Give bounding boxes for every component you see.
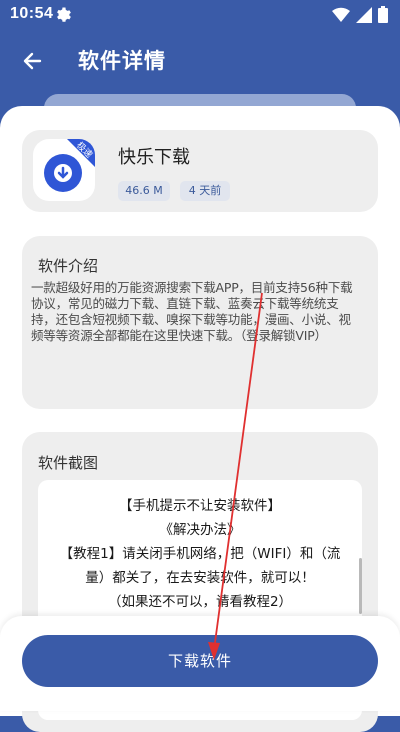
back-arrow-icon[interactable]: [18, 46, 48, 76]
app-size-chip: 46.6 M: [118, 181, 170, 201]
scroll-indicator: [359, 558, 362, 614]
status-time: 10:54: [10, 5, 54, 22]
screenshot-line: 【教程1】请关闭手机网络，把（WIFI）和（流: [59, 546, 341, 562]
screenshot-line: 《解决办法》: [159, 522, 241, 538]
wifi-icon: [332, 7, 350, 22]
intro-text: 一款超级好用的万能资源搜索下载APP，目前支持56种下载协议，常见的磁力下载、直…: [31, 280, 353, 343]
screenshots-title: 软件截图: [38, 454, 99, 472]
screenshot-line: 【手机提示不让安装软件】: [119, 498, 281, 514]
status-bar: 10:54: [0, 0, 400, 30]
signal-icon: [356, 6, 372, 23]
screenshot-line: 量）都关了，在去安装软件，就可以！: [85, 570, 315, 586]
status-icons: [332, 6, 388, 23]
app-name: 快乐下载: [118, 147, 190, 168]
updated-chip: 4 天前: [180, 181, 230, 201]
battery-icon: [378, 6, 388, 23]
download-button[interactable]: 下载软件: [22, 635, 378, 687]
gear-icon: [57, 7, 71, 22]
app-bar: 软件详情: [0, 30, 400, 92]
screenshot-line: （如果还不可以，请看教程2）: [107, 594, 293, 610]
intro-title: 软件介绍: [38, 257, 99, 275]
app-icon: 极速: [33, 139, 95, 201]
page-title: 软件详情: [78, 49, 166, 73]
